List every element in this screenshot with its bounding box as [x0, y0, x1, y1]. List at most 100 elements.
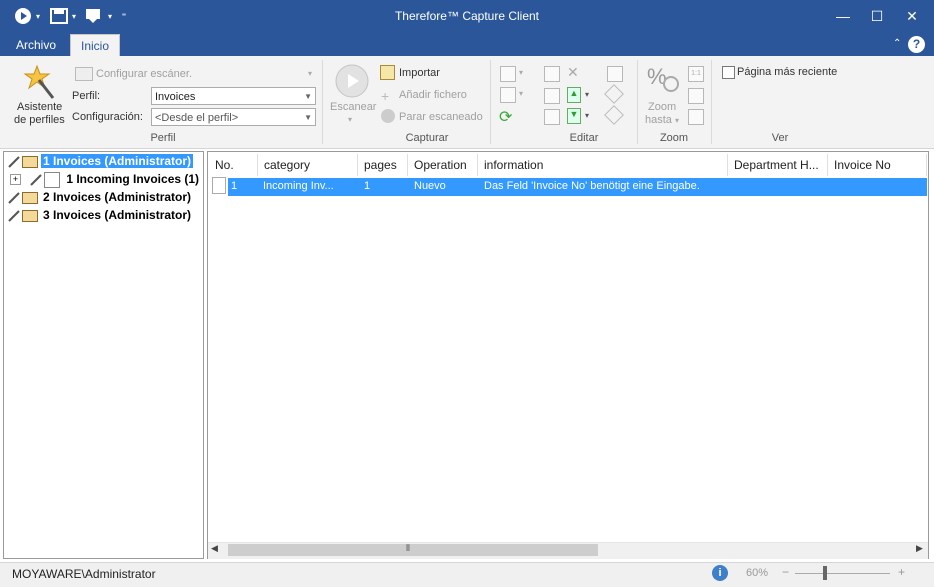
close-button[interactable]: ✕ [895, 0, 929, 32]
chevron-down-icon: ▾ [585, 90, 590, 99]
column-header-pages[interactable]: pages [358, 154, 408, 176]
import-button[interactable]: Importar [399, 67, 440, 79]
chevron-down-icon: ▼ [304, 92, 312, 101]
pencil-icon [8, 192, 20, 204]
zoom-slider-handle[interactable] [823, 566, 827, 580]
tree-item[interactable]: 3 Invoices (Administrator) [8, 207, 193, 223]
play-icon[interactable] [335, 64, 369, 101]
status-user: MOYAWARE\Administrator [12, 567, 156, 581]
cell-operation: Nuevo [414, 180, 446, 192]
rotate-icon[interactable] [607, 66, 623, 82]
actual-size-icon[interactable]: 1:1 [688, 66, 704, 82]
recent-page-checkbox[interactable] [722, 66, 735, 79]
profile-select-value: Invoices [155, 91, 196, 103]
collapse-ribbon-icon[interactable]: ⌃ [893, 38, 901, 49]
group-label-perfil: Perfil [150, 132, 176, 144]
tab-archivo[interactable]: Archivo [6, 34, 66, 56]
profile-label: Perfil: [72, 90, 101, 102]
group-separator [711, 60, 712, 144]
column-header-invoice-no[interactable]: Invoice No [828, 154, 927, 176]
config-select-value: <Desde el perfil> [155, 112, 239, 124]
zoom-slider-track[interactable] [795, 573, 890, 574]
group-separator [322, 60, 323, 144]
copy-page-icon[interactable] [500, 66, 516, 82]
cell-category: Incoming Inv... [263, 180, 334, 192]
profile-select[interactable]: Invoices ▼ [151, 87, 316, 105]
column-header-department[interactable]: Department H... [728, 154, 828, 176]
zoom-to-label-line1[interactable]: Zoom [648, 101, 676, 113]
arrow-up-icon[interactable]: ▲ [567, 87, 581, 103]
pencil-icon [30, 174, 43, 186]
tab-inicio[interactable]: Inicio [70, 34, 121, 57]
maximize-button[interactable]: ☐ [860, 0, 894, 32]
add-file-button[interactable]: Añadir fichero [399, 89, 467, 101]
cell-information: Das Feld 'Invoice No' benötigt eine Eing… [484, 180, 700, 192]
tree-item[interactable]: + 1 Incoming Invoices (1) [10, 171, 201, 188]
chevron-down-icon: ▾ [519, 68, 524, 77]
config-label: Configuración: [72, 111, 143, 123]
document-icon [212, 177, 226, 194]
tab-row [0, 34, 934, 56]
document-list[interactable] [207, 151, 929, 559]
tree-item[interactable]: 1 Invoices (Administrator) [8, 153, 194, 169]
zoom-to-label-line2[interactable]: hasta [645, 114, 672, 126]
expand-icon[interactable]: + [10, 174, 21, 186]
group-separator [637, 60, 638, 144]
column-header-no[interactable]: No. [209, 154, 258, 176]
title-bar: ▾ ▾ ▾ ⁼ Therefore™ Capture Client — ☐ ✕ [0, 0, 934, 34]
column-header-operation[interactable]: Operation [408, 154, 478, 176]
column-header-information[interactable]: information [478, 154, 728, 176]
group-label-editar: Editar [569, 132, 599, 144]
arrow-down-icon[interactable]: ▼ [567, 108, 581, 124]
tree-item-label: 1 Incoming Invoices (1) [66, 172, 200, 186]
stop-scan-button[interactable]: Parar escaneado [399, 111, 483, 123]
tree-item[interactable]: 2 Invoices (Administrator) [8, 189, 193, 205]
refresh-icon[interactable]: ⟳ [499, 107, 512, 127]
add-file-icon: + [381, 88, 390, 104]
scroll-left-icon[interactable]: ◀ [211, 543, 218, 554]
magnifier-icon [663, 76, 679, 92]
scroll-right-icon[interactable]: ▶ [916, 543, 923, 554]
zoom-level: 60% [746, 567, 769, 579]
zoom-in-button[interactable]: + [898, 565, 905, 579]
column-header-category[interactable]: category [258, 154, 358, 176]
folder-icon [22, 155, 38, 168]
window-title: Therefore™ Capture Client [394, 9, 540, 23]
chevron-down-icon: ▾ [519, 89, 524, 98]
grip-icon: ⦀ [406, 543, 410, 553]
group-label-zoom: Zoom [659, 132, 689, 144]
chevron-down-icon: ▾ [348, 115, 353, 124]
info-icon[interactable]: i [712, 565, 728, 581]
tree-item-label: 2 Invoices (Administrator) [43, 190, 192, 204]
config-select[interactable]: <Desde el perfil> ▼ [151, 108, 316, 126]
select-area-icon[interactable] [544, 66, 560, 82]
cell-no: 1 [231, 180, 238, 192]
group-label-ver: Ver [771, 132, 789, 144]
split-icon[interactable] [544, 109, 560, 125]
scrollbar-thumb[interactable] [228, 544, 598, 556]
separator-page-icon[interactable] [544, 88, 560, 104]
folder-icon [22, 191, 38, 204]
minimize-button[interactable]: — [826, 0, 860, 32]
pencil-icon [8, 210, 20, 222]
move-page-icon[interactable] [500, 87, 516, 103]
document-icon [44, 171, 61, 188]
help-icon[interactable]: ? [908, 36, 925, 53]
fit-page-icon[interactable] [688, 109, 704, 125]
folder-icon [22, 209, 38, 222]
group-label-capturar: Capturar [405, 132, 449, 144]
wizard-label-line2: de perfiles [14, 114, 65, 126]
zoom-out-button[interactable]: − [782, 565, 789, 579]
chevron-down-icon: ▾ [585, 111, 590, 120]
recent-page-label: Página más reciente [737, 66, 838, 78]
stop-icon [381, 109, 395, 123]
configure-scanner-button[interactable]: Configurar escáner. [96, 68, 192, 80]
chevron-down-icon: ▼ [304, 113, 312, 122]
wizard-icon[interactable] [23, 64, 55, 103]
crop-icon[interactable]: ✕ [567, 64, 579, 81]
fit-width-icon[interactable] [688, 88, 704, 104]
cell-pages: 1 [364, 180, 371, 192]
pencil-icon [8, 156, 20, 168]
scan-button[interactable]: Escanear [330, 101, 376, 113]
group-separator [490, 60, 491, 144]
